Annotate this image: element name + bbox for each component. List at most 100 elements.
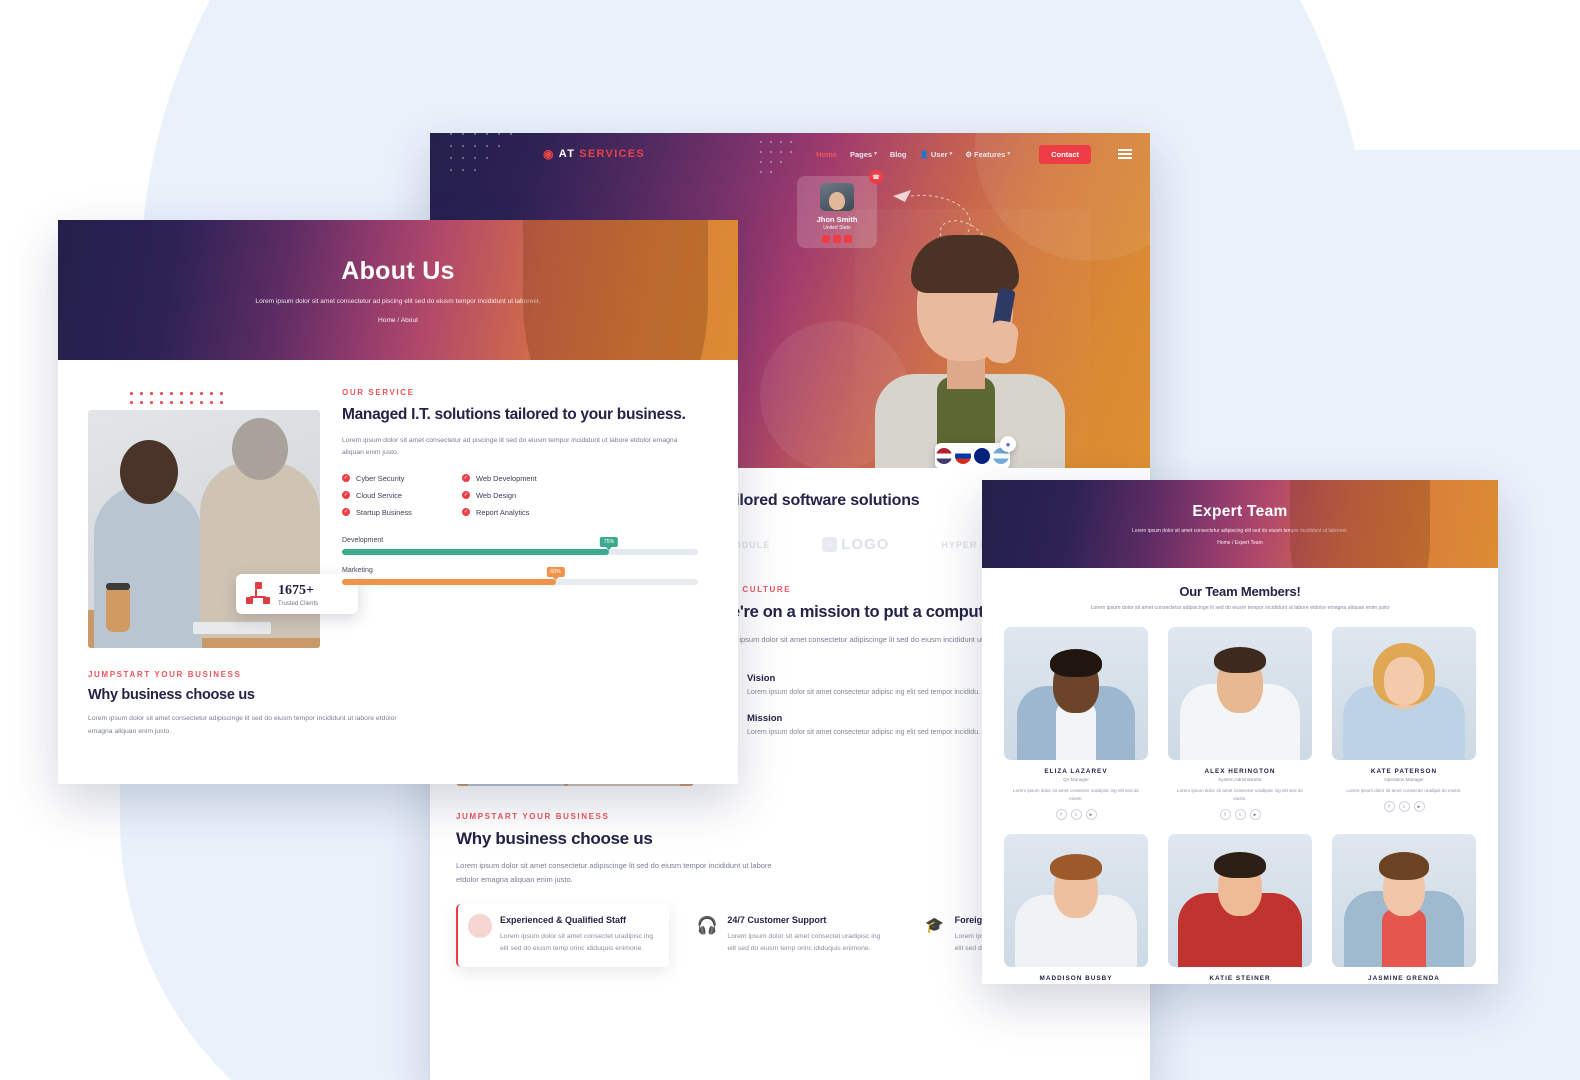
twitter-icon[interactable]: t — [1234, 808, 1246, 820]
nav-item-pages[interactable]: Pages ▾ — [850, 150, 877, 159]
twitter-icon[interactable]: t — [1398, 800, 1410, 812]
about-hero-title: About Us — [341, 256, 455, 285]
service-heading: Managed I.T. solutions tailored to your … — [342, 406, 686, 423]
check-icon: ✓ — [342, 474, 350, 483]
team-hero-title: Expert Team — [1192, 502, 1288, 520]
youtube-icon[interactable] — [844, 235, 852, 243]
member-name: ALEX HERINGTON — [1204, 768, 1276, 775]
team-member-card[interactable]: KATIE STEINER System Administrator Lorem… — [1168, 833, 1312, 984]
hero-arch-decoration — [1290, 480, 1430, 568]
headset-agent-icon — [468, 914, 492, 938]
member-name: MADDISON BUSBY — [1039, 974, 1113, 982]
check-icon: ✓ — [462, 474, 470, 483]
member-socials: f t ► — [1004, 808, 1148, 820]
team-subtitle: Lorem ipsum dolor sit amet consectetur a… — [1090, 605, 1390, 611]
member-photo — [1332, 627, 1476, 760]
member-photo — [1004, 627, 1148, 760]
progress-track: 60% — [342, 566, 698, 585]
site-logo[interactable]: ◉ AT SERVICES — [543, 147, 645, 161]
member-name: ELIZA LAZAREV — [1044, 768, 1108, 775]
nav-item-blog[interactable]: Blog — [890, 150, 907, 159]
breadcrumb[interactable]: Home / About — [378, 317, 418, 324]
member-role: Operation Manager — [1384, 777, 1424, 782]
team-heading: Our Team Members! — [1179, 584, 1301, 599]
location-pin-icon: ● — [1000, 436, 1016, 452]
list-item: ✓ Cloud Service — [342, 490, 403, 500]
mission-text: Lorem ipsum dolor sit amet consectetur a… — [747, 729, 981, 737]
team-member-card[interactable]: ELIZA LAZAREV QA Manager Lorem ipsum dol… — [1004, 627, 1148, 820]
navbar: ◉ AT SERVICES Home Pages ▾ Blog 👤 User ▾ ⚙ F… — [430, 133, 1150, 175]
about-page-window[interactable]: About Us Lorem ipsum dolor sit amet cons… — [58, 220, 738, 784]
clients-count: 1675+ — [278, 583, 314, 598]
nav-label: Blog — [889, 149, 907, 159]
check-icon: ✓ — [342, 491, 350, 500]
member-socials: f t ► — [1332, 800, 1476, 812]
feature-text: Lorem ipsum dolor sit amet consectet ura… — [727, 933, 881, 953]
member-photo — [1168, 833, 1312, 967]
team-member-card[interactable]: MADDISON BUSBY QA Manager Lorem ipsum do… — [1004, 833, 1148, 984]
list-item: ✓ Report Analytics — [462, 507, 530, 517]
usa-flag-icon — [936, 448, 952, 464]
progress-value: 60% — [546, 566, 565, 580]
main-navigation: Home Pages ▾ Blog 👤 User ▾ ⚙ Features ▾ Conta… — [816, 144, 1132, 164]
gear-icon: ⚙ — [965, 149, 973, 159]
headphones-icon: 🎧 — [696, 916, 718, 935]
breadcrumb[interactable]: Home / Expert Team — [1217, 540, 1262, 546]
youtube-icon[interactable]: ► — [1413, 800, 1425, 812]
logo-text-primary: AT — [558, 148, 576, 160]
nav-item-features[interactable]: ⚙ Features ▾ — [965, 150, 1010, 159]
feature-card-support[interactable]: 🎧 24/7 Customer Support Lorem ipsum dolo… — [685, 904, 896, 967]
team-grid: ELIZA LAZAREV QA Manager Lorem ipsum dol… — [1004, 627, 1476, 984]
country-flags-badge — [935, 443, 1010, 468]
nav-item-home[interactable]: Home — [816, 150, 837, 159]
checklist-column-right: ✓ Web Development ✓ Web Design ✓ Report Ana… — [462, 474, 582, 525]
facebook-icon[interactable]: f — [1055, 808, 1067, 820]
skill-bars: Development 75% Marketing 60% — [342, 536, 698, 585]
about-jumpstart-lead: Lorem ipsum dolor sit amet consectetur a… — [88, 715, 397, 735]
team-member-card[interactable]: JASMINE GRENDA Operation Manager Lorem i… — [1332, 833, 1476, 984]
about-jumpstart-section: JUMPSTART YOUR BUSINESS Why business cho… — [58, 648, 738, 738]
feature-text: Lorem ipsum dolor sit amet consectet ura… — [500, 933, 653, 953]
hamburger-menu-icon[interactable] — [1118, 149, 1132, 159]
member-desc: Lorem ipsum dolor sit amet consecter ura… — [1177, 788, 1303, 801]
user-icon: 👤 — [919, 149, 929, 159]
check-icon: ✓ — [342, 508, 350, 517]
nav-item-user[interactable]: 👤 User ▾ — [920, 150, 953, 159]
youtube-icon[interactable]: ► — [1249, 808, 1261, 820]
youtube-icon[interactable]: ► — [1085, 808, 1097, 820]
jumpstart-lead: Lorem ipsum dolor sit amet consectetur a… — [456, 861, 772, 884]
facebook-icon[interactable]: f — [1219, 808, 1231, 820]
feature-card-staff[interactable]: Experienced & Qualified Staff Lorem ipsu… — [456, 904, 670, 967]
trusted-clients-badge: 1675+ Trusted Clients — [236, 574, 358, 614]
feature-title: 24/7 Customer Support — [727, 915, 827, 925]
about-jumpstart-eyebrow: JUMPSTART YOUR BUSINESS — [88, 670, 242, 679]
russia-flag-icon — [955, 448, 971, 464]
our-service-section: 1675+ Trusted Clients OUR SERVICE Manage… — [58, 382, 738, 648]
team-member-card[interactable]: ALEX HERINGTON System Administrator Lore… — [1168, 627, 1312, 820]
member-name: JASMINE GRENDA — [1368, 974, 1440, 982]
member-photo — [1332, 833, 1476, 967]
member-photo — [1168, 627, 1312, 760]
facebook-icon[interactable]: f — [1383, 800, 1395, 812]
member-photo — [1004, 833, 1148, 967]
twitter-icon[interactable]: t — [1070, 808, 1082, 820]
list-item: ✓ Startup Business — [342, 507, 412, 517]
service-lead: Lorem ipsum dolor sit amet consectetur a… — [342, 437, 678, 457]
contact-button[interactable]: Contact — [1039, 144, 1091, 164]
service-eyebrow: OUR SERVICE — [342, 388, 415, 397]
twitter-icon[interactable] — [833, 235, 841, 243]
nav-label: Home — [816, 149, 837, 159]
chevron-down-icon: ▾ — [1007, 151, 1011, 157]
network-people-icon — [246, 582, 270, 606]
team-hero: Expert Team Lorem ipsum dolor sit amet c… — [982, 480, 1498, 568]
vision-title: Vision — [747, 673, 776, 685]
team-member-card[interactable]: KATE PATERSON Operation Manager Lorem ip… — [1332, 627, 1476, 820]
progress-fill — [342, 548, 609, 555]
about-jumpstart-heading: Why business choose us — [88, 687, 255, 703]
vision-text: Lorem ipsum dolor sit amet consectetur a… — [747, 689, 981, 697]
screenshot-canvas: ◉ AT SERVICES Home Pages ▾ Blog 👤 User ▾ ⚙ F… — [0, 0, 1580, 1080]
hero-person-photo — [855, 209, 1090, 468]
team-page-window[interactable]: Expert Team Lorem ipsum dolor sit amet c… — [982, 480, 1498, 984]
facebook-icon[interactable] — [822, 235, 830, 243]
progress-value: 75% — [599, 536, 619, 550]
